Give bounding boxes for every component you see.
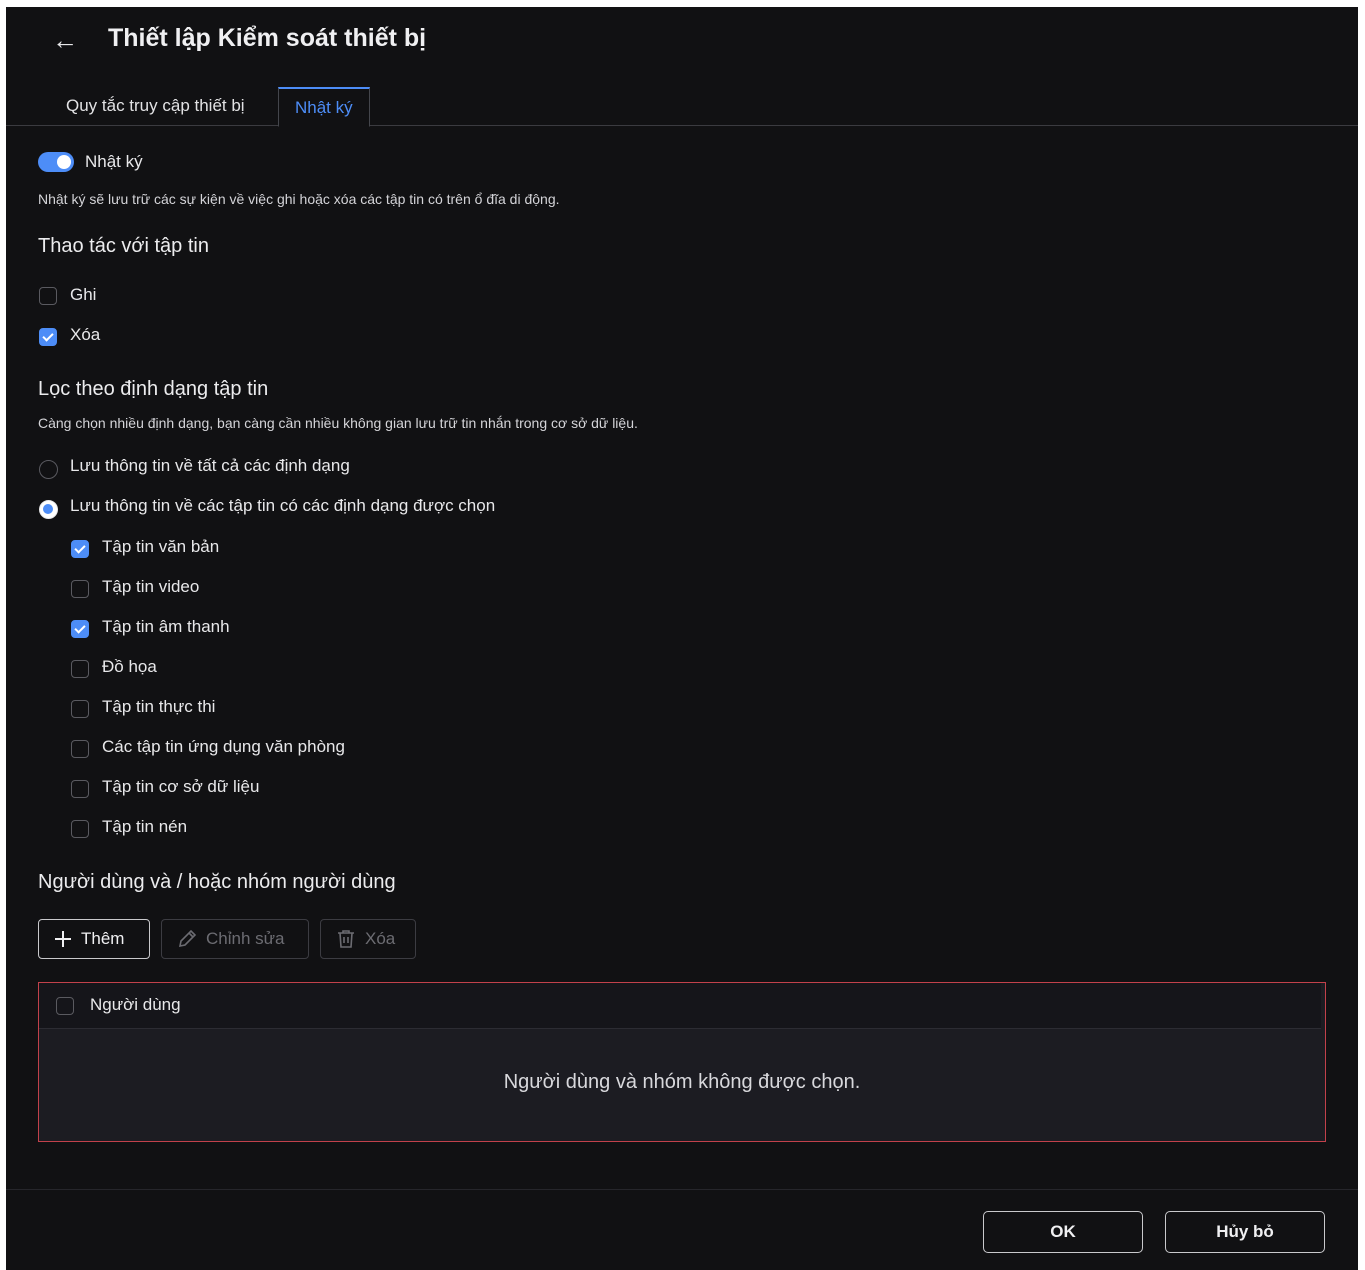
checkbox-database-files[interactable] — [71, 780, 89, 798]
ok-button[interactable]: OK — [983, 1211, 1143, 1253]
empty-message: Người dùng và nhóm không được chọn. — [503, 1071, 861, 1093]
checkbox-graphics[interactable] — [71, 660, 89, 678]
format-filter-description: Càng chọn nhiều định dạng, bạn càng cần … — [38, 415, 638, 431]
format-label: Đồ họa — [102, 657, 157, 676]
trash-icon — [335, 928, 357, 950]
footer: OK Hủy bỏ — [6, 1189, 1358, 1270]
logging-description: Nhật ký sẽ lưu trữ các sự kiện về việc g… — [38, 191, 560, 207]
checkbox-audio-files[interactable] — [71, 620, 89, 638]
format-label: Tập tin video — [102, 577, 200, 596]
radio-selected-formats-label: Lưu thông tin về các tập tin có các định… — [70, 496, 496, 515]
users-table: Người dùng Người dùng và nhóm không được… — [38, 982, 1326, 1142]
settings-window: ← Thiết lập Kiểm soát thiết bị Quy tắc t… — [6, 7, 1358, 1270]
select-all-checkbox[interactable] — [56, 997, 74, 1015]
format-filter-heading: Lọc theo định dạng tập tin — [38, 378, 269, 400]
radio-selected-formats[interactable] — [39, 500, 58, 519]
checkbox-text-files[interactable] — [71, 540, 89, 558]
cancel-button[interactable]: Hủy bỏ — [1165, 1211, 1325, 1253]
checkbox-video-files[interactable] — [71, 580, 89, 598]
edit-button-label: Chỉnh sửa — [206, 929, 285, 948]
format-label: Tập tin thực thi — [102, 697, 216, 716]
format-label: Tập tin âm thanh — [102, 617, 230, 636]
tab-log[interactable]: Nhật ký — [278, 87, 370, 127]
column-header-user: Người dùng — [90, 995, 181, 1014]
radio-all-formats[interactable] — [39, 460, 58, 479]
plus-icon — [53, 929, 73, 949]
format-label: Tập tin nén — [102, 817, 188, 836]
logging-toggle[interactable] — [38, 152, 74, 172]
tab-bar: Quy tắc truy cập thiết bị Nhật ký — [6, 85, 1358, 127]
pencil-icon — [176, 928, 198, 950]
add-button[interactable]: Thêm — [38, 919, 150, 959]
format-label: Các tập tin ứng dụng văn phòng — [102, 737, 345, 756]
delete-button-label: Xóa — [365, 929, 396, 948]
page-title: Thiết lập Kiểm soát thiết bị — [108, 24, 427, 52]
checkbox-office-files[interactable] — [71, 740, 89, 758]
file-ops-heading: Thao tác với tập tin — [38, 235, 209, 257]
tab-device-access-rules[interactable]: Quy tắc truy cập thiết bị — [52, 87, 259, 125]
table-header: Người dùng — [39, 983, 1321, 1029]
checkbox-archives[interactable] — [71, 820, 89, 838]
header: ← Thiết lập Kiểm soát thiết bị — [6, 7, 1358, 77]
format-label: Tập tin cơ sở dữ liệu — [102, 777, 260, 796]
logging-toggle-label: Nhật ký — [85, 152, 143, 171]
delete-button[interactable]: Xóa — [320, 919, 416, 959]
users-heading: Người dùng và / hoặc nhóm người dùng — [38, 871, 396, 893]
back-arrow-icon[interactable]: ← — [50, 25, 80, 55]
checkbox-write-label: Ghi — [70, 285, 97, 304]
checkbox-executables[interactable] — [71, 700, 89, 718]
format-label: Tập tin văn bản — [102, 537, 220, 556]
checkbox-delete-label: Xóa — [70, 325, 101, 344]
edit-button[interactable]: Chỉnh sửa — [161, 919, 309, 959]
checkbox-write[interactable] — [39, 287, 57, 305]
checkbox-delete[interactable] — [39, 328, 57, 346]
radio-all-formats-label: Lưu thông tin về tất cả các định dạng — [70, 456, 350, 475]
add-button-label: Thêm — [81, 929, 125, 948]
